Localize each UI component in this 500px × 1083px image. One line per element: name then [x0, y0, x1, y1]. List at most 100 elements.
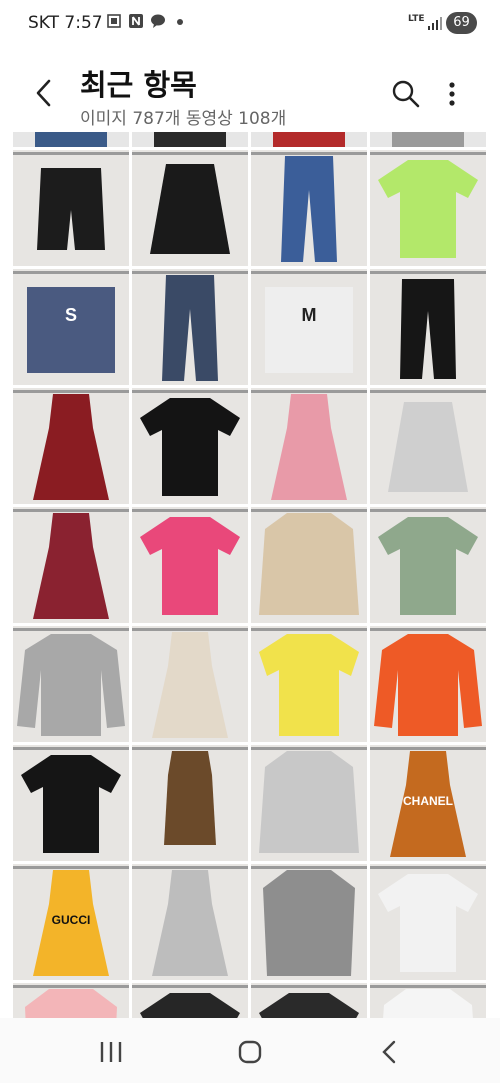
photo-thumbnail[interactable] — [370, 388, 486, 504]
back-arrow-icon[interactable] — [28, 76, 62, 110]
home-icon[interactable] — [230, 1034, 270, 1070]
screenshot-icon — [107, 14, 121, 28]
photo-thumbnail[interactable] — [132, 745, 248, 861]
recents-icon[interactable] — [91, 1034, 131, 1070]
clothing-photo — [13, 388, 129, 504]
navigation-bar — [0, 1018, 500, 1083]
photo-thumbnail[interactable] — [370, 150, 486, 266]
photo-thumbnail[interactable] — [13, 507, 129, 623]
photo-thumbnail[interactable]: CHANEL — [370, 745, 486, 861]
photo-grid: S M CHANEL GUCCI — [0, 132, 500, 1018]
clothing-photo — [370, 388, 486, 504]
clothing-photo — [251, 983, 367, 1018]
clothing-photo — [251, 626, 367, 742]
clothing-photo — [13, 626, 129, 742]
garment-shape — [164, 751, 216, 845]
photo-thumbnail[interactable] — [13, 745, 129, 861]
photo-thumbnail[interactable] — [251, 983, 367, 1018]
clothing-photo — [13, 745, 129, 861]
clothing-photo — [370, 269, 486, 385]
garment-label: CHANEL — [403, 794, 453, 808]
garment-label: GUCCI — [52, 913, 91, 927]
clothing-photo — [251, 507, 367, 623]
photo-thumbnail[interactable] — [132, 269, 248, 385]
photo-thumbnail[interactable]: S — [13, 269, 129, 385]
media-count: 이미지 787개 동영상 108개 — [80, 109, 287, 129]
photo-thumbnail[interactable] — [370, 626, 486, 742]
garment-shape — [374, 634, 482, 736]
clothing-photo — [251, 150, 367, 266]
photo-thumbnail[interactable] — [251, 745, 367, 861]
photo-thumbnail-partial[interactable] — [251, 132, 367, 147]
clothing-photo — [132, 626, 248, 742]
clothing-photo — [251, 745, 367, 861]
photo-thumbnail[interactable] — [132, 626, 248, 742]
garment-shape — [265, 287, 353, 373]
garment-shape — [259, 513, 359, 615]
photo-thumbnail-partial[interactable] — [13, 132, 129, 147]
photo-thumbnail[interactable] — [251, 388, 367, 504]
garment-label: M — [302, 305, 317, 325]
status-time: SKT 7:57 — [28, 13, 103, 33]
more-options-icon[interactable] — [436, 76, 468, 112]
garment-shape — [263, 870, 355, 976]
clothing-photo — [132, 388, 248, 504]
clothing-photo — [132, 745, 248, 861]
clothing-photo — [132, 864, 248, 980]
garment-label: S — [65, 305, 77, 325]
status-bar: SKT 7:57 LTE 69 — [0, 0, 500, 46]
naver-icon — [129, 14, 143, 28]
signal-icon — [428, 17, 442, 30]
network-type: LTE — [408, 14, 425, 24]
photo-thumbnail[interactable] — [13, 150, 129, 266]
battery-badge: 69 — [446, 12, 477, 34]
clothing-photo — [132, 150, 248, 266]
photo-thumbnail[interactable] — [251, 626, 367, 742]
clothing-photo — [370, 507, 486, 623]
photo-thumbnail[interactable]: M — [251, 269, 367, 385]
photo-thumbnail[interactable] — [132, 150, 248, 266]
clothing-photo: S — [13, 269, 129, 385]
photo-thumbnail[interactable] — [13, 626, 129, 742]
photo-thumbnail-partial[interactable] — [370, 132, 486, 147]
photo-thumbnail[interactable] — [132, 983, 248, 1018]
photo-thumbnail-partial[interactable] — [132, 132, 248, 147]
photo-thumbnail[interactable]: GUCCI — [13, 864, 129, 980]
clothing-photo — [13, 983, 129, 1018]
back-icon[interactable] — [370, 1034, 410, 1070]
garment-shape — [17, 634, 125, 736]
photo-thumbnail[interactable] — [132, 507, 248, 623]
photo-thumbnail[interactable] — [251, 864, 367, 980]
clothing-photo — [370, 983, 486, 1018]
garment-shape — [259, 751, 359, 853]
clothing-photo — [132, 507, 248, 623]
clothing-photo — [370, 150, 486, 266]
clothing-photo — [13, 150, 129, 266]
clothing-photo: M — [251, 269, 367, 385]
photo-thumbnail[interactable] — [370, 983, 486, 1018]
photo-thumbnail[interactable] — [251, 507, 367, 623]
battery-level: 69 — [453, 15, 470, 30]
clothing-photo — [251, 864, 367, 980]
kakaotalk-icon — [151, 14, 165, 28]
clothing-photo — [370, 626, 486, 742]
photo-thumbnail[interactable] — [132, 864, 248, 980]
photo-thumbnail[interactable] — [13, 983, 129, 1018]
photo-thumbnail[interactable] — [370, 864, 486, 980]
photo-thumbnail[interactable] — [370, 507, 486, 623]
clothing-photo — [132, 983, 248, 1018]
photo-thumbnail[interactable] — [251, 150, 367, 266]
clothing-photo — [132, 269, 248, 385]
photo-thumbnail[interactable] — [132, 388, 248, 504]
search-icon[interactable] — [388, 76, 424, 112]
page-title: 최근 항목 — [80, 68, 197, 102]
dot-icon — [177, 19, 183, 25]
app-header: 최근 항목 이미지 787개 동영상 108개 — [0, 46, 500, 132]
photo-thumbnail[interactable] — [13, 388, 129, 504]
garment-shape — [27, 287, 115, 373]
clothing-photo — [370, 864, 486, 980]
clothing-photo: CHANEL — [370, 745, 486, 861]
clothing-photo — [251, 388, 367, 504]
clothing-photo: GUCCI — [13, 864, 129, 980]
photo-thumbnail[interactable] — [370, 269, 486, 385]
